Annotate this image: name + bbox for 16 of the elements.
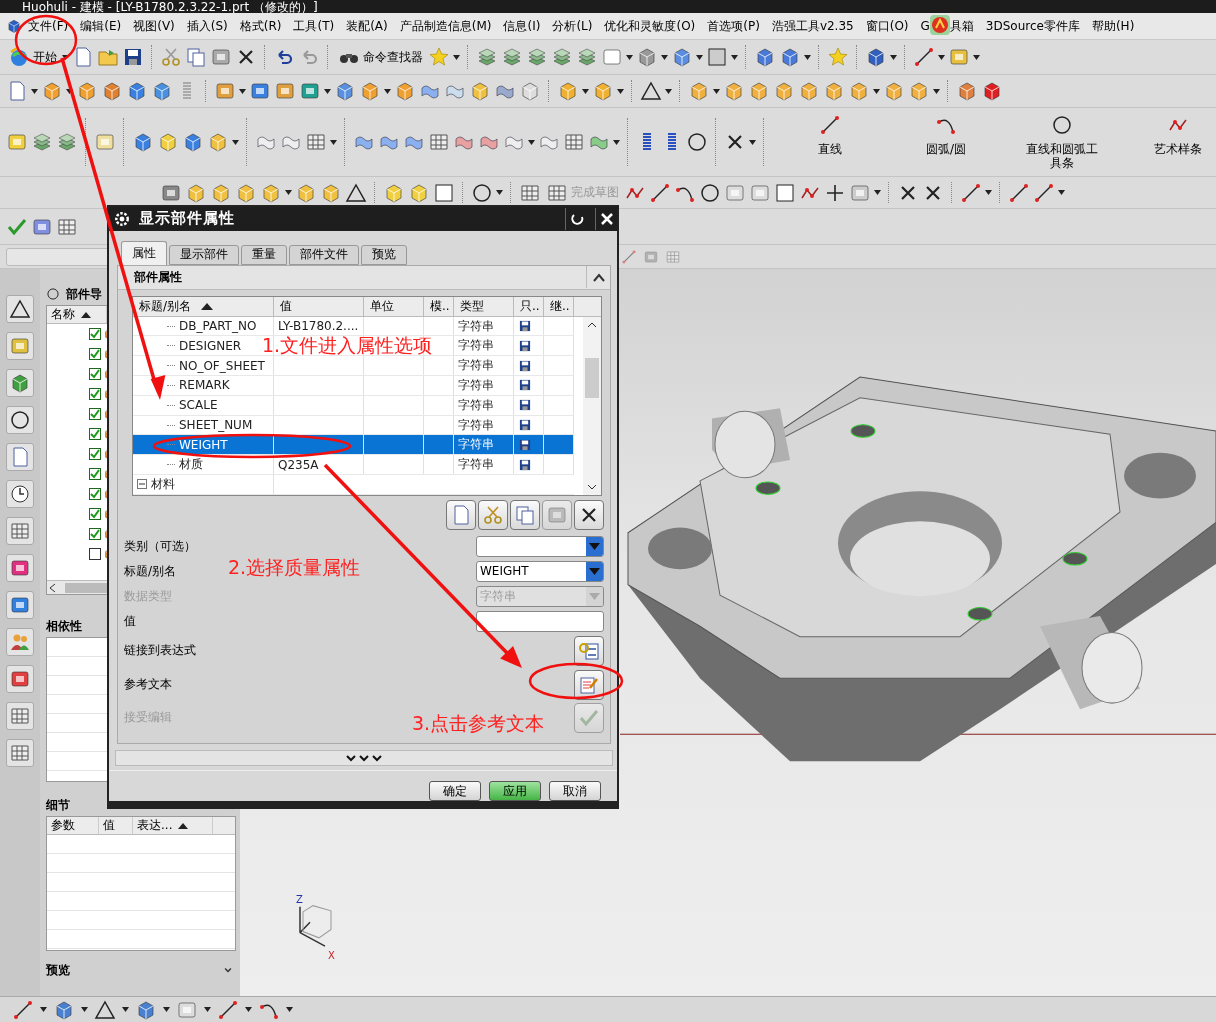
- field-label: 类别（可选）: [124, 537, 196, 555]
- panel-title: 相依性: [46, 617, 82, 635]
- annotation-text: 2.选择质量属性: [228, 555, 361, 580]
- axis-label: Z: [296, 893, 303, 905]
- field-label: 标题/别名: [124, 562, 177, 580]
- axis-label: X: [328, 949, 335, 961]
- annotation-text: 3.点击参考文本: [412, 711, 545, 736]
- field-label: 参考文本: [124, 676, 172, 694]
- panel-title: 预览: [46, 961, 70, 979]
- panel-title: 部件导: [66, 285, 102, 303]
- field-label: 链接到表达式: [124, 642, 196, 660]
- field-label: 值: [124, 612, 136, 630]
- window-title: Huohuli - 建模 - [LY-B1780.2.3.22-1.prt （修改的）]: [0, 0, 1216, 13]
- panel-title: 细节: [46, 796, 70, 814]
- section-title: 部件属性: [134, 268, 182, 286]
- dialog-title: 显示部件属性: [139, 209, 236, 229]
